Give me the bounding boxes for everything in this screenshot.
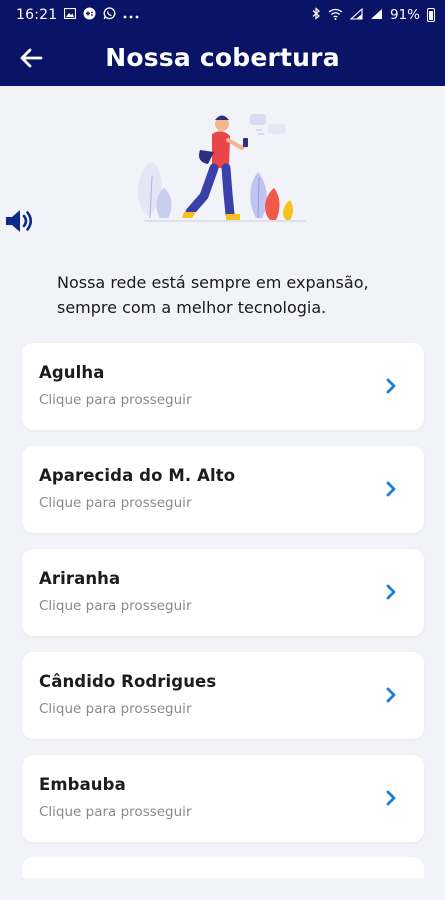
- city-card-aparecida-do-m-alto[interactable]: Aparecida do M. Alto Clique para prosseg…: [22, 446, 424, 533]
- chevron-right-icon: [386, 584, 396, 600]
- more-icon: [123, 9, 139, 21]
- gallery-icon: [64, 7, 77, 21]
- wifi-icon: [328, 8, 343, 22]
- bluetooth-icon: [312, 7, 321, 22]
- city-card-agulha[interactable]: Agulha Clique para prosseguir: [22, 343, 424, 430]
- signal-icon: [370, 8, 383, 22]
- walking-person-illustration: [130, 108, 320, 232]
- chevron-right-icon: [386, 378, 396, 394]
- back-arrow-icon: [20, 48, 43, 68]
- city-card-ariranha[interactable]: Ariranha Clique para prosseguir: [22, 549, 424, 636]
- city-subtitle: Clique para prosseguir: [39, 598, 192, 614]
- city-subtitle: Clique para prosseguir: [39, 701, 192, 717]
- city-name: Agulha: [39, 363, 105, 382]
- app-bar: Nossa cobertura: [0, 29, 445, 86]
- intro-text: Nossa rede está sempre em expansão, semp…: [57, 270, 407, 320]
- intro-line-2: sempre com a melhor tecnologia.: [57, 298, 327, 317]
- battery-percent: 91%: [389, 6, 420, 23]
- back-button[interactable]: [14, 41, 48, 75]
- status-time: 16:21: [16, 6, 58, 23]
- city-subtitle: Clique para prosseguir: [39, 804, 192, 820]
- city-name: Aparecida do M. Alto: [39, 466, 236, 485]
- city-subtitle: Clique para prosseguir: [39, 495, 192, 511]
- chevron-right-icon: [386, 790, 396, 806]
- speaker-icon: [6, 210, 33, 232]
- chevron-right-icon: [386, 687, 396, 703]
- status-left: 16:21: [16, 7, 139, 23]
- intro-line-1: Nossa rede está sempre em expansão,: [57, 273, 369, 292]
- page-title: Nossa cobertura: [105, 43, 340, 72]
- city-subtitle: Clique para prosseguir: [39, 392, 192, 408]
- city-list: Agulha Clique para prosseguir Aparecida …: [22, 343, 424, 858]
- status-bar: 16:21 91%: [0, 0, 445, 29]
- battery-icon: [427, 7, 435, 22]
- status-right: 91%: [312, 7, 435, 23]
- bottom-edge: [0, 878, 445, 900]
- whatsapp-icon: [103, 7, 116, 22]
- city-name: Embauba: [39, 775, 126, 794]
- city-name: Ariranha: [39, 569, 121, 588]
- signal-icon: [349, 7, 363, 22]
- city-card-candido-rodrigues[interactable]: Cândido Rodrigues Clique para prosseguir: [22, 652, 424, 739]
- game-icon: [83, 7, 96, 22]
- city-name: Cândido Rodrigues: [39, 672, 217, 691]
- chevron-right-icon: [386, 481, 396, 497]
- sound-button[interactable]: [3, 205, 37, 239]
- city-card-embauba[interactable]: Embauba Clique para prosseguir: [22, 755, 424, 842]
